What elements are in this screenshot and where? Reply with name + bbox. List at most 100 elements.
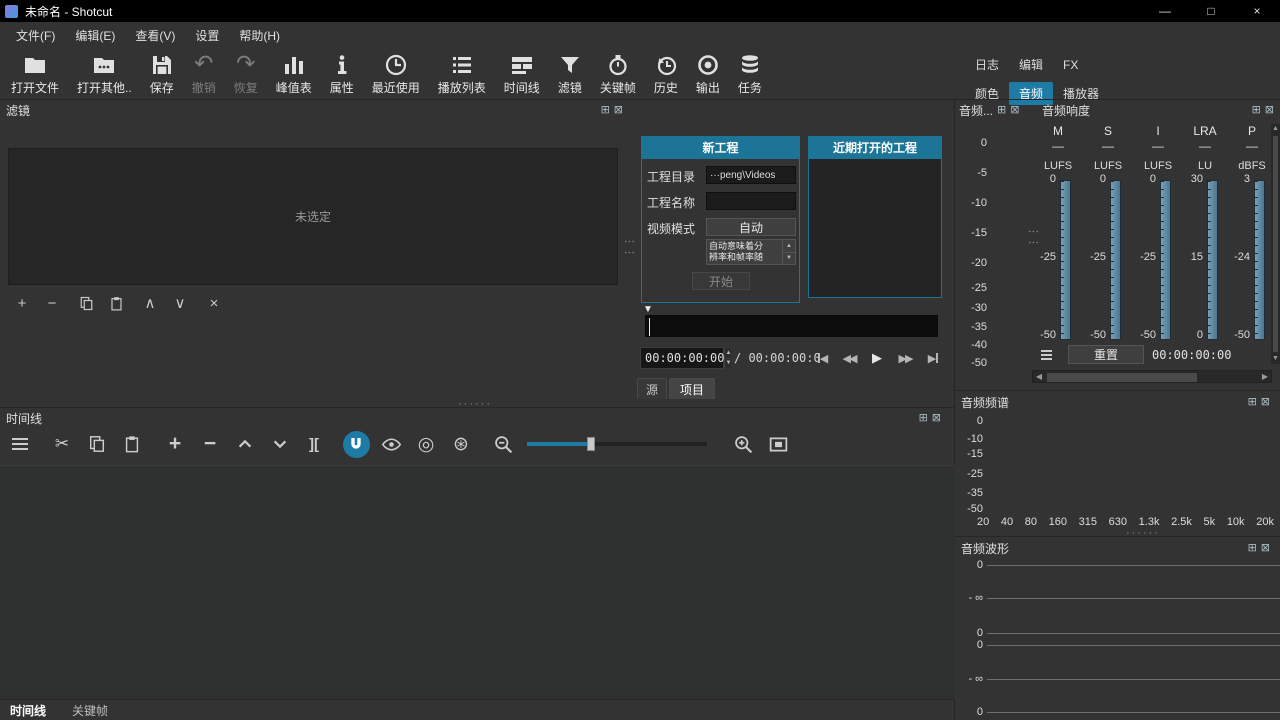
float-panel-icon[interactable]: ⊞: [1248, 543, 1257, 554]
play-button[interactable]: ▶: [866, 347, 888, 369]
project-tab[interactable]: 项目: [669, 378, 715, 399]
zoom-slider-thumb[interactable]: [587, 437, 595, 451]
ripple-markers-button[interactable]: ◎: [412, 430, 440, 458]
loudness-hscrollbar[interactable]: ◀ ▶: [1032, 370, 1272, 383]
close-panel-icon[interactable]: ⊠: [1261, 543, 1270, 554]
float-panel-icon[interactable]: ⊞: [919, 413, 928, 424]
snap-toggle-button[interactable]: [342, 430, 370, 458]
remove-filter-button[interactable]: −: [40, 293, 64, 313]
cut-button[interactable]: ✂: [48, 430, 76, 458]
export-button[interactable]: 输出: [687, 48, 729, 98]
move-filter-down-button[interactable]: ∨: [168, 293, 192, 313]
close-panel-icon[interactable]: ⊠: [932, 413, 941, 424]
paste-filters-button[interactable]: [104, 293, 128, 313]
project-name-input[interactable]: [706, 192, 796, 210]
timeline-button[interactable]: 时间线: [495, 48, 549, 98]
spinner-down-icon[interactable]: ▼: [783, 252, 795, 265]
scrollbar-thumb[interactable]: [1047, 373, 1197, 382]
project-dir-input[interactable]: [706, 166, 796, 184]
paste-button[interactable]: [118, 430, 146, 458]
recent-projects-list[interactable]: [808, 158, 942, 298]
scroll-right-icon[interactable]: ▶: [1259, 372, 1271, 381]
source-tab[interactable]: 源: [637, 378, 667, 399]
minimize-button[interactable]: —: [1142, 0, 1188, 22]
close-panel-icon[interactable]: ⊠: [1010, 105, 1019, 116]
open-other-button[interactable]: 打开其他..: [68, 48, 141, 98]
menu-help[interactable]: 帮助(H): [229, 23, 290, 48]
open-file-button[interactable]: 打开文件: [2, 48, 68, 98]
close-panel-icon[interactable]: ⊠: [1261, 397, 1270, 408]
menu-settings[interactable]: 设置: [185, 23, 229, 48]
rewind-button[interactable]: ◀◀: [838, 347, 860, 369]
menu-edit[interactable]: 编辑(E): [65, 23, 125, 48]
recent-projects-tab[interactable]: 近期打开的工程: [808, 136, 942, 158]
close-panel-icon[interactable]: ⊠: [614, 105, 623, 116]
skip-to-end-button[interactable]: ▶: [922, 347, 944, 369]
zoom-slider-track[interactable]: [527, 442, 707, 446]
deselect-filter-button[interactable]: ×: [202, 293, 226, 313]
float-panel-icon[interactable]: ⊞: [601, 105, 610, 116]
peak-meter-button[interactable]: 峰值表: [267, 48, 321, 98]
copy-button[interactable]: [83, 430, 111, 458]
properties-button[interactable]: 属性: [321, 48, 363, 98]
redo-button[interactable]: ↷ 恢复: [225, 48, 267, 98]
reset-button[interactable]: 重置: [1068, 345, 1144, 364]
playlist-button[interactable]: 播放列表: [429, 48, 495, 98]
zoom-out-button[interactable]: [489, 430, 517, 458]
timecode-up-icon[interactable]: ▲: [725, 348, 731, 358]
save-button[interactable]: 保存: [141, 48, 183, 98]
spinner-up-icon[interactable]: ▲: [783, 240, 795, 252]
history-button[interactable]: 历史: [645, 48, 687, 98]
tab-edit[interactable]: 编辑: [1009, 53, 1053, 76]
overwrite-button[interactable]: [266, 430, 294, 458]
scrub-while-dragging-button[interactable]: [377, 430, 405, 458]
tab-fx[interactable]: FX: [1053, 55, 1088, 75]
move-filter-up-button[interactable]: ∧: [138, 293, 162, 313]
undo-button[interactable]: ↶ 撤销: [183, 48, 225, 98]
float-panel-icon[interactable]: ⊞: [1252, 105, 1261, 116]
lift-button[interactable]: [231, 430, 259, 458]
loudness-menu-button[interactable]: [1036, 346, 1056, 364]
scroll-left-icon[interactable]: ◀: [1033, 372, 1045, 381]
keyframes-button[interactable]: 关键帧: [591, 48, 645, 98]
filters-button[interactable]: 滤镜: [549, 48, 591, 98]
timecode-down-icon[interactable]: ▼: [725, 358, 731, 369]
tab-logs[interactable]: 日志: [965, 53, 1009, 76]
timecode-spinbox[interactable]: 00:00:00:00 ▲ ▼: [640, 347, 724, 369]
video-mode-spinner[interactable]: 自动意味着分 辨率和帧率随 ▲ ▼: [706, 239, 796, 265]
splitter-handle[interactable]: ······: [458, 400, 492, 408]
new-project-tab[interactable]: 新工程: [641, 136, 800, 158]
ripple-delete-button[interactable]: −: [196, 430, 224, 458]
split-button[interactable]: ][: [300, 430, 328, 458]
scrubber-bar[interactable]: [645, 315, 938, 337]
close-button[interactable]: ×: [1234, 0, 1280, 22]
zoom-in-button[interactable]: [729, 430, 757, 458]
jobs-button[interactable]: 任务: [729, 48, 771, 98]
float-panel-icon[interactable]: ⊞: [1248, 397, 1257, 408]
copy-filters-button[interactable]: [74, 293, 98, 313]
video-mode-auto-button[interactable]: 自动: [706, 218, 796, 236]
statusbar-tab-keyframes[interactable]: 关键帧: [60, 702, 120, 719]
start-button[interactable]: 开始: [692, 272, 750, 290]
menu-file[interactable]: 文件(F): [6, 23, 65, 48]
loudness-vscrollbar[interactable]: ▲ ▼: [1271, 124, 1280, 364]
timeline-tracks-area[interactable]: [0, 465, 955, 699]
maximize-button[interactable]: □: [1188, 0, 1234, 22]
scrollbar-thumb[interactable]: [1273, 136, 1278, 352]
center-playhead-button[interactable]: ⊛: [447, 430, 475, 458]
zoom-fit-button[interactable]: [764, 430, 792, 458]
skip-to-start-button[interactable]: ◀: [812, 347, 834, 369]
timeline-menu-button[interactable]: [6, 430, 34, 458]
add-filter-button[interactable]: +: [10, 293, 34, 313]
append-button[interactable]: +: [161, 430, 189, 458]
scroll-up-icon[interactable]: ▲: [1272, 124, 1279, 134]
close-panel-icon[interactable]: ⊠: [1265, 105, 1274, 116]
fast-forward-button[interactable]: ▶▶: [894, 347, 916, 369]
splitter-handle[interactable]: ⋮⋮: [625, 236, 633, 258]
scroll-down-icon[interactable]: ▼: [1272, 354, 1279, 364]
menu-view[interactable]: 查看(V): [125, 23, 185, 48]
recent-button[interactable]: 最近使用: [363, 48, 429, 98]
statusbar-tab-timeline[interactable]: 时间线: [0, 702, 60, 719]
float-panel-icon[interactable]: ⊞: [997, 105, 1006, 116]
playhead-icon[interactable]: ▼: [643, 304, 653, 315]
